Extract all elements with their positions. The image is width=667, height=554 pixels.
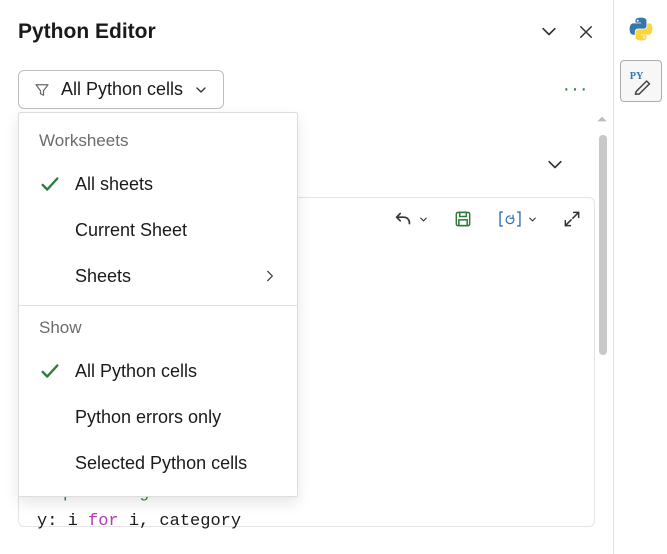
menu-item-sheets[interactable]: Sheets [19,253,297,299]
py-edit-icon: PY [626,66,656,96]
check-placeholder [39,265,61,287]
chevron-down-icon [539,22,559,42]
chevron-down-icon [527,214,538,225]
reset-button[interactable] [497,208,538,230]
close-icon [577,23,595,41]
more-options-button[interactable]: ··· [557,78,595,101]
panel-header: Python Editor [18,12,595,52]
menu-item-all-python-cells[interactable]: All Python cells [19,348,297,394]
caret-up-icon [595,112,609,126]
chevron-down-icon [193,82,209,98]
code-token: i, category [119,512,241,531]
expand-icon [562,209,582,229]
check-icon [39,360,61,382]
chevron-right-icon [263,269,277,283]
python-editor-panel: Python Editor All Python cells ··· [0,0,613,554]
save-button[interactable] [453,209,473,229]
py-edit-button[interactable]: PY [620,60,662,102]
check-placeholder [39,406,61,428]
section-collapse-button[interactable] [545,155,565,175]
menu-item-all-sheets[interactable]: All sheets [19,161,297,207]
close-button[interactable] [577,23,595,41]
menu-item-label: All sheets [75,174,153,195]
panel-title: Python Editor [18,20,156,44]
save-icon [453,209,473,229]
scroll-up-button[interactable] [595,112,609,126]
right-rail: PY [613,0,667,554]
check-icon [39,173,61,195]
undo-button[interactable] [392,208,429,230]
filter-label: All Python cells [61,79,183,100]
filter-dropdown-menu: Worksheets All sheets Current Sheet Shee… [18,112,298,497]
undo-icon [392,208,414,230]
menu-item-current-sheet[interactable]: Current Sheet [19,207,297,253]
chevron-down-icon [545,155,565,175]
filter-row: All Python cells ··· [18,70,595,109]
filter-dropdown-button[interactable]: All Python cells [18,70,224,109]
menu-divider [19,305,297,306]
python-icon [628,16,654,42]
menu-item-selected-python-cells[interactable]: Selected Python cells [19,440,297,486]
expand-button[interactable] [562,209,582,229]
chevron-down-icon [418,214,429,225]
dropdown-section-label: Show [19,312,297,348]
collapse-button[interactable] [539,22,559,42]
menu-item-label: Current Sheet [75,220,187,241]
menu-item-label: Python errors only [75,407,221,428]
editor-toolbar [392,208,582,230]
dropdown-section-label: Worksheets [19,125,297,161]
menu-item-label: Selected Python cells [75,453,247,474]
code-token: for [88,512,119,531]
svg-text:PY: PY [629,71,643,82]
brackets-refresh-icon [497,208,523,230]
python-logo-button[interactable] [620,8,662,50]
menu-item-label: All Python cells [75,361,197,382]
filter-icon [33,81,51,99]
check-placeholder [39,219,61,241]
scrollbar-thumb[interactable] [599,135,607,355]
menu-item-label: Sheets [75,266,131,287]
code-token: y: i [37,512,88,531]
check-placeholder [39,452,61,474]
menu-item-python-errors-only[interactable]: Python errors only [19,394,297,440]
